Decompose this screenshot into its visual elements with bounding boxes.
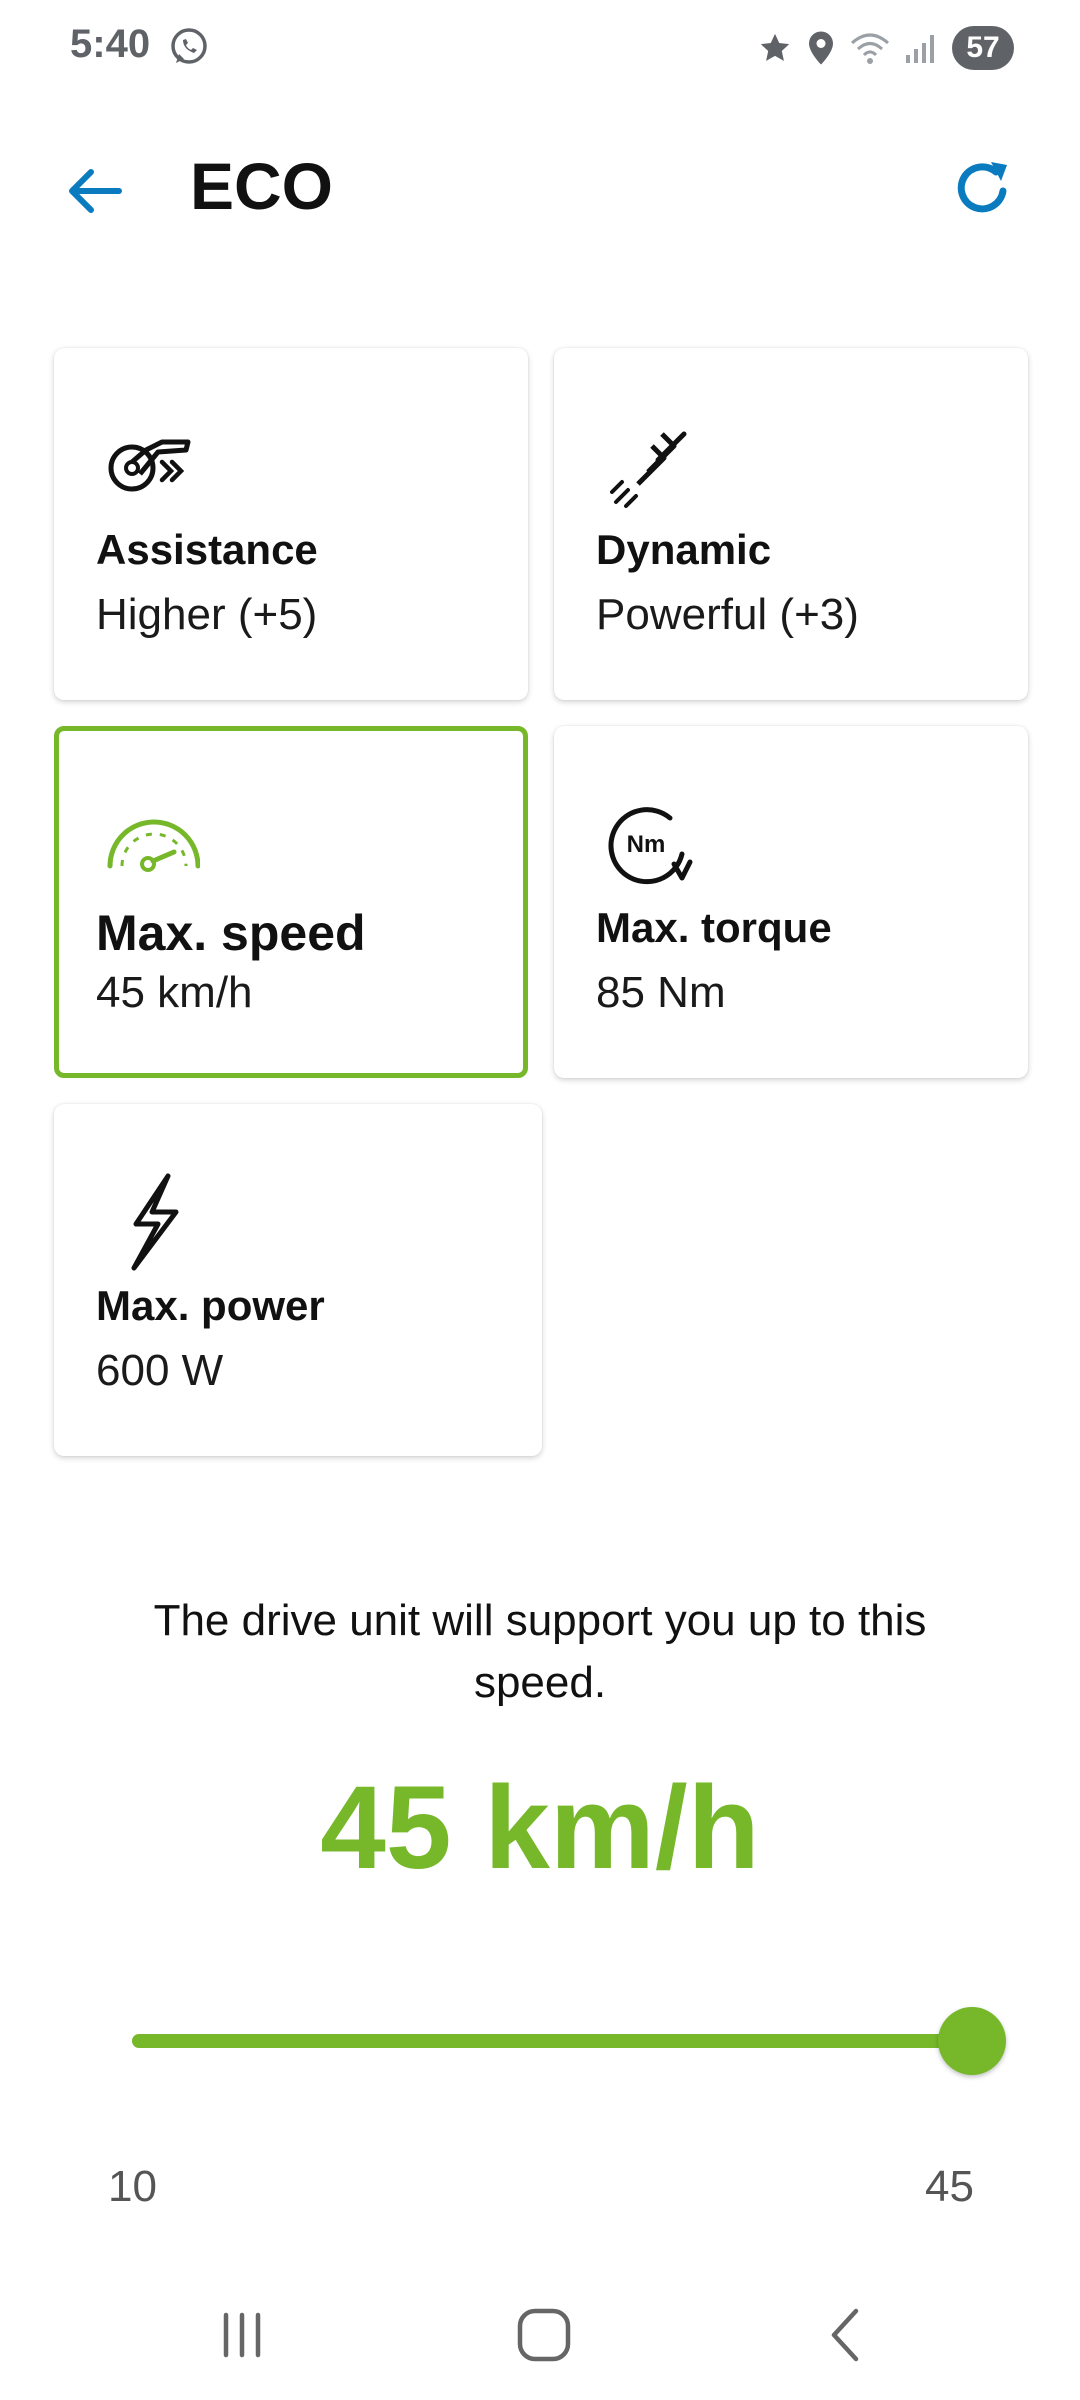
nav-back-button[interactable]: [796, 2290, 896, 2380]
refresh-button[interactable]: [946, 152, 1020, 226]
card-title: Max. speed: [96, 905, 366, 961]
card-value: Higher (+5): [96, 590, 318, 639]
torque-icon: Nm: [600, 794, 700, 894]
slider-track[interactable]: [132, 2034, 972, 2048]
recents-icon: [223, 2312, 261, 2358]
card-value: 85 Nm: [596, 968, 726, 1017]
max-power-card[interactable]: Max. power 600 W: [54, 1104, 542, 1456]
refresh-icon: [957, 162, 1007, 213]
max-torque-card[interactable]: Nm Max. torque 85 Nm: [554, 726, 1028, 1078]
speed-description: The drive unit will support you up to th…: [153, 1596, 927, 1707]
whatsapp-icon: [168, 26, 210, 68]
star-icon: [758, 31, 792, 65]
card-title: Assistance: [96, 526, 318, 573]
speed-value: 45 km/h: [320, 1762, 760, 1894]
battery-icon: 57: [952, 26, 1014, 70]
recents-button[interactable]: [192, 2290, 292, 2380]
back-button[interactable]: [58, 154, 132, 228]
slider-max-label: 45: [925, 2162, 974, 2211]
card-title: Max. power: [96, 1282, 325, 1329]
slider-min-label: 10: [108, 2162, 157, 2211]
card-value: 45 km/h: [96, 968, 253, 1017]
location-icon: [806, 30, 836, 66]
speed-slider[interactable]: [132, 2000, 1006, 2080]
system-nav-bar: [0, 2270, 1080, 2400]
dynamic-icon: [600, 416, 700, 516]
svg-text:Nm: Nm: [627, 831, 666, 858]
home-icon: [517, 2308, 571, 2362]
max-speed-card[interactable]: Max. speed 45 km/h: [54, 726, 528, 1078]
app-bar: ECO: [0, 130, 1080, 240]
assistance-card[interactable]: Assistance Higher (+5): [54, 348, 528, 700]
card-title: Dynamic: [596, 526, 772, 573]
slider-thumb[interactable]: [938, 2007, 1006, 2075]
home-button[interactable]: [494, 2290, 594, 2380]
card-value: Powerful (+3): [596, 590, 859, 639]
assistance-icon: [100, 416, 200, 516]
page-title: ECO: [190, 149, 334, 223]
dynamic-card[interactable]: Dynamic Powerful (+3): [554, 348, 1028, 700]
status-bar: 5:40 57: [0, 0, 1080, 96]
signal-icon: [904, 31, 938, 65]
card-title: Max. torque: [596, 904, 832, 951]
status-icons: 57: [758, 24, 1014, 72]
back-icon: [831, 2308, 859, 2362]
status-time: 5:40: [70, 22, 151, 66]
speedometer-icon: [100, 794, 201, 894]
lightning-icon: [100, 1172, 200, 1272]
card-value: 600 W: [96, 1346, 224, 1395]
arrow-back-icon: [69, 169, 122, 213]
wifi-icon: [850, 31, 890, 65]
